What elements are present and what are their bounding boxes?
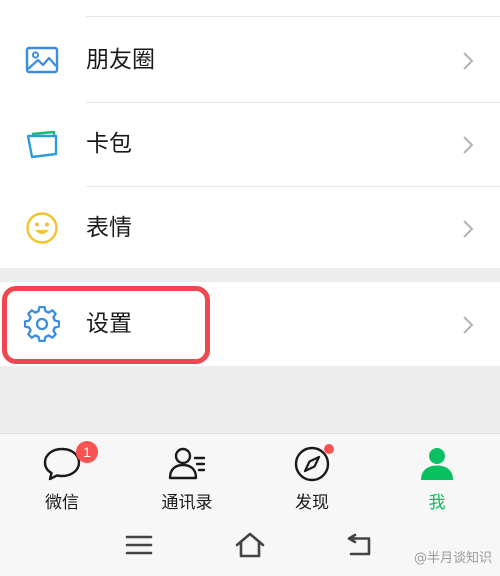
emoji-smile-icon [26, 212, 58, 244]
chevron-right-icon [463, 316, 474, 334]
settings-group: 设置 [0, 282, 500, 366]
watermark: @半月谈知识 [413, 551, 492, 566]
person-icon [421, 448, 453, 480]
unread-badge: 1 [76, 441, 98, 463]
gear-icon [24, 306, 60, 342]
notification-dot [324, 444, 334, 454]
chevron-right-icon [463, 52, 474, 70]
tab-chats[interactable]: 1 微信 [12, 434, 112, 516]
chevron-right-icon [463, 220, 474, 238]
menu-item-emoji[interactable]: 表情 [0, 186, 500, 270]
tab-bar: 1 微信 通讯录 发现 我 [0, 433, 500, 515]
divider [86, 16, 500, 17]
menu-group: 朋友圈 卡包 表情 [0, 0, 500, 268]
tab-label: 我 [428, 493, 446, 513]
menu-item-card-wallet[interactable]: 卡包 [0, 102, 500, 186]
moments-icon [25, 46, 59, 74]
back-icon[interactable] [345, 529, 377, 561]
chevron-right-icon [463, 136, 474, 154]
menu-item-label: 朋友圈 [86, 47, 155, 73]
menu-item-label: 设置 [86, 311, 132, 337]
menu-item-settings[interactable]: 设置 [0, 282, 500, 366]
card-wallet-icon [26, 130, 58, 159]
tab-contacts[interactable]: 通讯录 [137, 434, 237, 516]
menu-item-moments[interactable]: 朋友圈 [0, 18, 500, 102]
home-icon[interactable] [234, 529, 266, 561]
menu-item-label: 表情 [86, 215, 132, 241]
tab-label: 通讯录 [161, 493, 213, 513]
tab-discover[interactable]: 发现 [262, 434, 362, 516]
contacts-icon [168, 447, 206, 480]
tab-label: 微信 [45, 493, 79, 513]
menu-item-label: 卡包 [86, 131, 132, 157]
tab-label: 发现 [295, 493, 329, 513]
menu-icon[interactable] [123, 529, 155, 561]
system-nav-bar: @半月谈知识 [0, 515, 500, 576]
tab-me[interactable]: 我 [387, 434, 487, 516]
